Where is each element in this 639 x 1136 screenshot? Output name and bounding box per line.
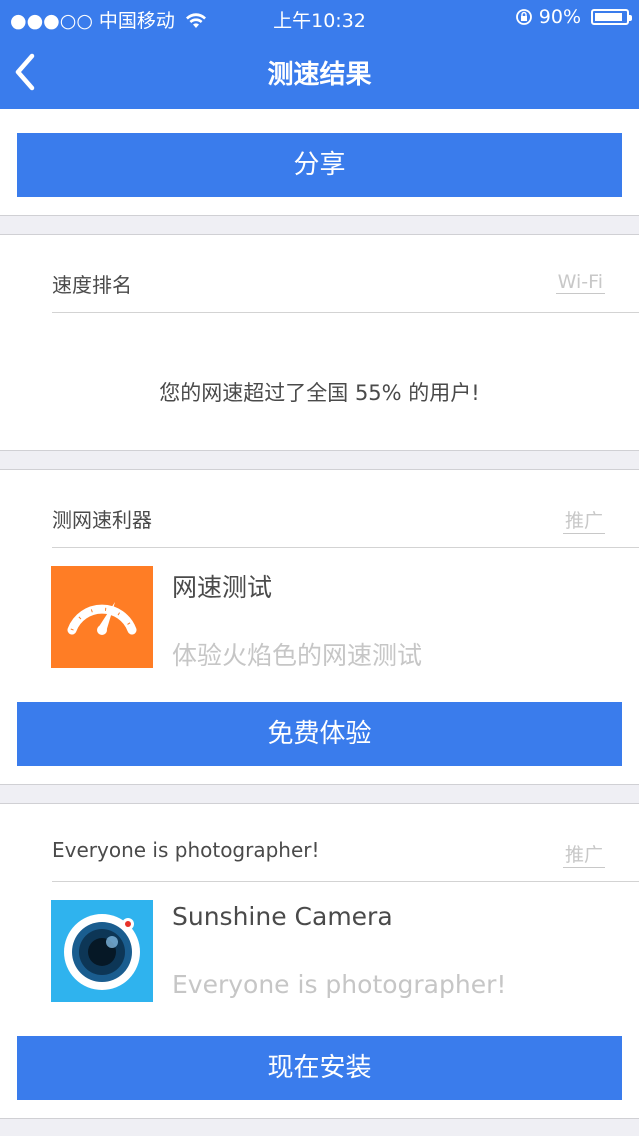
promo-card: Everyone is photographer! 推广 Sunshine Ca… — [0, 803, 639, 1119]
rotation-lock-icon — [515, 9, 532, 25]
nav-bar: 测速结果 — [0, 36, 639, 109]
page-title: 测速结果 — [267, 60, 372, 90]
divider — [52, 312, 639, 313]
speedometer-icon[interactable] — [51, 566, 153, 668]
share-button[interactable]: 分享 — [17, 133, 622, 197]
promo-app-name[interactable]: Sunshine Camera — [172, 902, 393, 931]
lens-graphic — [64, 914, 140, 990]
status-bar: ●●●○○ 中国移动 上午10:32 90% — [0, 0, 639, 36]
network-type-tag: Wi-Fi — [555, 271, 605, 294]
promo-app-name[interactable]: 网速测试 — [172, 568, 272, 604]
free-trial-button[interactable]: 免费体验 — [17, 702, 622, 766]
top-bar: ●●●○○ 中国移动 上午10:32 90% 测速结果 — [0, 0, 639, 109]
divider — [52, 881, 639, 882]
battery-percent: 90% — [538, 6, 581, 28]
ranking-message: 您的网速超过了全国 55% 的用户! — [159, 381, 480, 405]
camera-lens-icon[interactable] — [51, 900, 153, 1002]
promo-app-desc: Everyone is photographer! — [172, 970, 507, 999]
promo-section-title: Everyone is photographer! — [52, 838, 320, 862]
install-now-button[interactable]: 现在安装 — [17, 1036, 622, 1100]
promo-tag: 推广 — [562, 506, 605, 534]
battery-group: 90% — [515, 6, 632, 28]
divider — [52, 547, 639, 548]
promo-tag: 推广 — [562, 840, 605, 868]
ranking-card: 速度排名 Wi-Fi 您的网速超过了全国 55% 的用户! — [0, 234, 639, 451]
promo-section-title: 测网速利器 — [52, 508, 152, 532]
share-card: 分享 — [0, 109, 639, 216]
gauge-graphic — [67, 602, 137, 635]
promo-card: 测网速利器 推广 网速测试 体验火焰色的网速测试 免费体验 — [0, 469, 639, 785]
ranking-title: 速度排名 — [52, 273, 132, 297]
battery-icon — [591, 9, 632, 25]
promo-app-desc: 体验火焰色的网速测试 — [172, 641, 423, 670]
